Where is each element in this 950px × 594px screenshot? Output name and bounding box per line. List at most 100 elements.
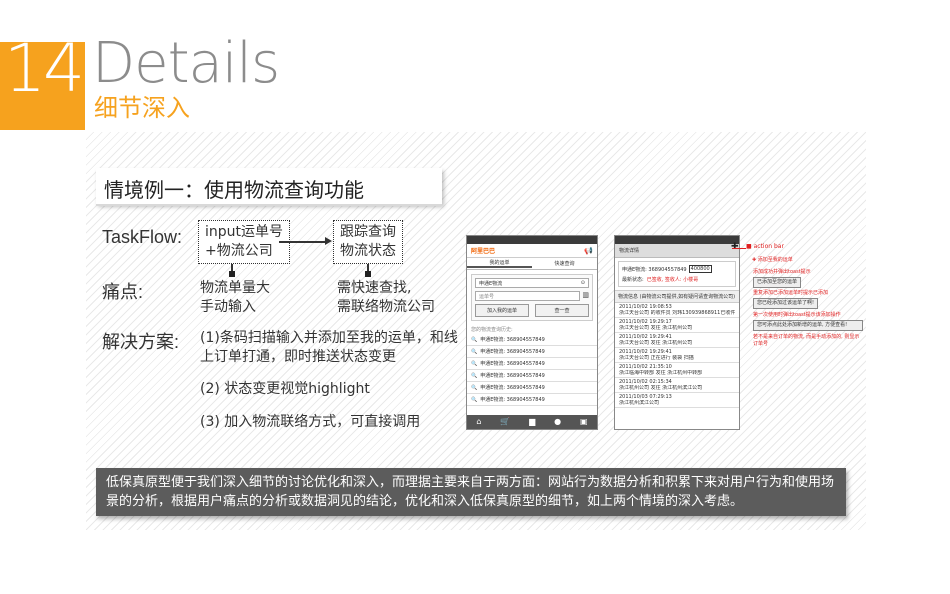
ann-first-label: 第一次使用时弹出toast提示该添加操作 xyxy=(753,312,841,318)
record-row: 2011/10/03 07:29:13 浙江杭州滨江公司 xyxy=(615,393,739,408)
history-row-text: 申通E物流: 368904557849 xyxy=(480,349,545,355)
ann-toast-box: 已添加至您的运单 xyxy=(753,277,802,288)
pain-item-2-line2: 需联络物流公司 xyxy=(337,299,435,315)
search-icon: 🔍 xyxy=(471,336,478,343)
slide: 14 Details 细节深入 情境例一：使用物流查询功能 TaskFlow: … xyxy=(0,0,950,594)
waybill-input[interactable]: 运单号 xyxy=(475,291,581,301)
search-icon: 🔍 xyxy=(471,396,478,403)
carrier-select[interactable]: 申通E物流 ⊙ xyxy=(475,278,589,288)
app-header: 阿里巴巴 📢 xyxy=(467,244,597,258)
search-icon: 🔍 xyxy=(471,360,478,367)
record-text: 浙江杭州公司 发往 浙江杭州滨江公司 xyxy=(619,385,703,391)
pain-item-2-line1: 需快速查找, xyxy=(337,280,412,296)
tab-my-waybills-label: 我的运单 xyxy=(489,260,510,266)
taskflow-step-track-line1: 跟踪查询 xyxy=(340,224,396,240)
title-english: Details xyxy=(92,31,280,96)
record-row: 2011/10/02 02:15:34 浙江杭州公司 发往 浙江杭州滨江公司 xyxy=(615,378,739,393)
solution-item-1-line2: 上订单打通，即时推送状态变更 xyxy=(200,349,396,365)
status-label: 最新状态: xyxy=(622,277,644,283)
add-waybill-button[interactable]: 加入我的运单 xyxy=(475,304,529,317)
taskflow-arrow-line xyxy=(279,241,325,243)
bottom-nav: ⌂ 🛒 ▆ ● ▣ xyxy=(467,415,597,429)
query-button[interactable]: 查一查 xyxy=(535,304,589,317)
solution-item-1-line1: (1)条码扫描输入并添加至我的运单，和线 xyxy=(200,330,458,346)
history-row[interactable]: 🔍 申通E物流: 368904557849 xyxy=(467,358,597,370)
search-icon: 🔍 xyxy=(471,384,478,391)
logistics-info-label: 物流信息 (由物流公司提供,如有疑问请查询物流公司) xyxy=(615,290,739,303)
truck-icon[interactable]: ▆ xyxy=(529,418,535,426)
tab-quick-query[interactable]: 快速查询 xyxy=(532,260,597,267)
pain-connector-dot-2 xyxy=(365,271,371,277)
barcode-icon[interactable]: ▥ xyxy=(582,291,589,301)
record-text: 浙江天台公司 的收件员 刘玮130939868911已收件 xyxy=(619,310,735,316)
history-row[interactable]: 🔍 申通E物流: 368904557849 xyxy=(467,370,597,382)
ann-add-waybill-text: 添加至我的运单 xyxy=(757,257,793,263)
history-row-text: 申通E物流: 368904557849 xyxy=(480,397,545,403)
tab-bar: 我的运单 快速查询 xyxy=(467,258,597,270)
solution-item-2: (2) 状态变更视觉highlight xyxy=(200,381,370,397)
history-list: 🔍 申通E物流: 368904557849 🔍 申通E物流: 368904557849… xyxy=(467,334,597,406)
record-text: 浙江临海中转部 发往 浙江杭州中转部 xyxy=(619,370,703,376)
folder-icon[interactable]: ▣ xyxy=(580,418,588,426)
record-text: 浙江天台公司 正在进行 装袋 扫描 xyxy=(619,355,694,361)
status-bar xyxy=(467,236,597,244)
ann-repeat-box: 您已经添加过该运单了啊! xyxy=(753,298,819,309)
solution-label: 解决方案: xyxy=(102,332,180,352)
scenario-title: 情境例一：使用物流查询功能 xyxy=(96,168,442,206)
summary-note: 低保真原型便于我们深入细节的讨论优化和深入，而理据主要来自于两方面：网站行为数据… xyxy=(96,468,846,516)
phone-tag[interactable]: 400800 xyxy=(688,265,712,273)
history-row[interactable]: 🔍 申通E物流: 368904557849 xyxy=(467,346,597,358)
taskflow-step-input-line1: input运单号 xyxy=(205,224,284,240)
pain-item-1: 物流单量大 手动输入 xyxy=(200,279,270,317)
history-row-text: 申通E物流: 368904557849 xyxy=(480,337,545,343)
taskflow-arrowhead-icon xyxy=(325,237,332,245)
detail-title: 物流详情 xyxy=(619,248,640,254)
record-row: 2011/10/02 19:29:17 浙江天台公司 发往 浙江杭州公司 xyxy=(615,318,739,333)
title-chinese: 细节深入 xyxy=(94,94,190,122)
search-icon: 🔍 xyxy=(471,372,478,379)
chevron-down-icon: ⊙ xyxy=(580,280,585,286)
taskflow-step-input-line2: +物流公司 xyxy=(205,243,273,259)
megaphone-icon[interactable]: 📢 xyxy=(584,247,593,255)
pain-item-2: 需快速查找, 需联络物流公司 xyxy=(337,279,435,317)
pain-item-1-line2: 手动输入 xyxy=(200,299,256,315)
record-row: 2011/10/02 21:35:10 浙江临海中转部 发往 浙江杭州中转部 xyxy=(615,363,739,378)
tab-my-waybills[interactable]: 我的运单 xyxy=(467,259,532,268)
ann-not-added: 若不是来自订单的物流, 而是手动添加的, 则显示订单号 xyxy=(753,334,860,347)
record-row: 2011/10/02 19:08:53 浙江天台公司 的收件员 刘玮1309398… xyxy=(615,303,739,318)
ann-action-bar: ■ action bar xyxy=(746,243,784,250)
ann-toast-label: 添加成功并弹出toast提示 xyxy=(753,269,811,275)
phone-mockup-detail: 物流详情 申通E物流: 368904557849 400800 最新状态: 已签… xyxy=(614,235,740,430)
taskflow-step-input: input运单号 +物流公司 xyxy=(198,220,291,264)
record-row: 2011/10/02 19:29:41 浙江天台公司 发往 浙江杭州公司 xyxy=(615,333,739,348)
phone-mockup-query: 阿里巴巴 📢 我的运单 快速查询 申通E物流 ⊙ 运单号 ▥ 加入我的运单 查一查… xyxy=(466,235,598,430)
history-row-text: 申通E物流: 368904557849 xyxy=(480,385,545,391)
history-row[interactable]: 🔍 申通E物流: 368904557849 xyxy=(467,394,597,406)
cart-icon[interactable]: 🛒 xyxy=(500,418,510,426)
taskflow-step-track-line2: 物流状态 xyxy=(340,243,396,259)
carrier-select-value: 申通E物流 xyxy=(479,281,503,287)
record-row: 2011/10/02 19:29:41 浙江天台公司 正在进行 装袋 扫描 xyxy=(615,348,739,363)
record-text: 浙江天台公司 发往 浙江杭州公司 xyxy=(619,340,693,346)
history-row[interactable]: 🔍 申通E物流: 368904557849 xyxy=(467,382,597,394)
ann-action-bar-pointer xyxy=(732,248,746,249)
tab-quick-query-label: 快速查询 xyxy=(554,261,575,267)
circle-icon[interactable]: ● xyxy=(554,418,561,426)
record-text: 浙江杭州滨江公司 xyxy=(619,400,660,406)
history-label: 您的物流查询历史: xyxy=(471,327,513,333)
pain-item-1-line1: 物流单量大 xyxy=(200,280,270,296)
query-form: 申通E物流 ⊙ 运单号 ▥ 加入我的运单 查一查 xyxy=(471,274,593,321)
taskflow-label: TaskFlow: xyxy=(102,227,183,247)
section-number: 14 xyxy=(4,30,85,107)
taskflow-step-track: 跟踪查询 物流状态 xyxy=(333,220,403,264)
detail-header: 物流详情 xyxy=(615,244,739,258)
alibaba-logo: 阿里巴巴 xyxy=(471,248,496,255)
solution-item-1: (1)条码扫描输入并添加至我的运单，和线 上订单打通，即时推送状态变更 xyxy=(200,329,458,367)
record-text: 浙江天台公司 发往 浙江杭州公司 xyxy=(619,325,693,331)
pain-label: 痛点: xyxy=(102,282,144,302)
history-row[interactable]: 🔍 申通E物流: 368904557849 xyxy=(467,334,597,346)
status-value: 已签收, 签收人: 小楼哥 xyxy=(646,277,699,283)
records-list: 2011/10/02 19:08:53 浙江天台公司 的收件员 刘玮1309398… xyxy=(615,303,739,408)
home-icon[interactable]: ⌂ xyxy=(476,418,481,426)
status-bar-2 xyxy=(615,236,739,244)
